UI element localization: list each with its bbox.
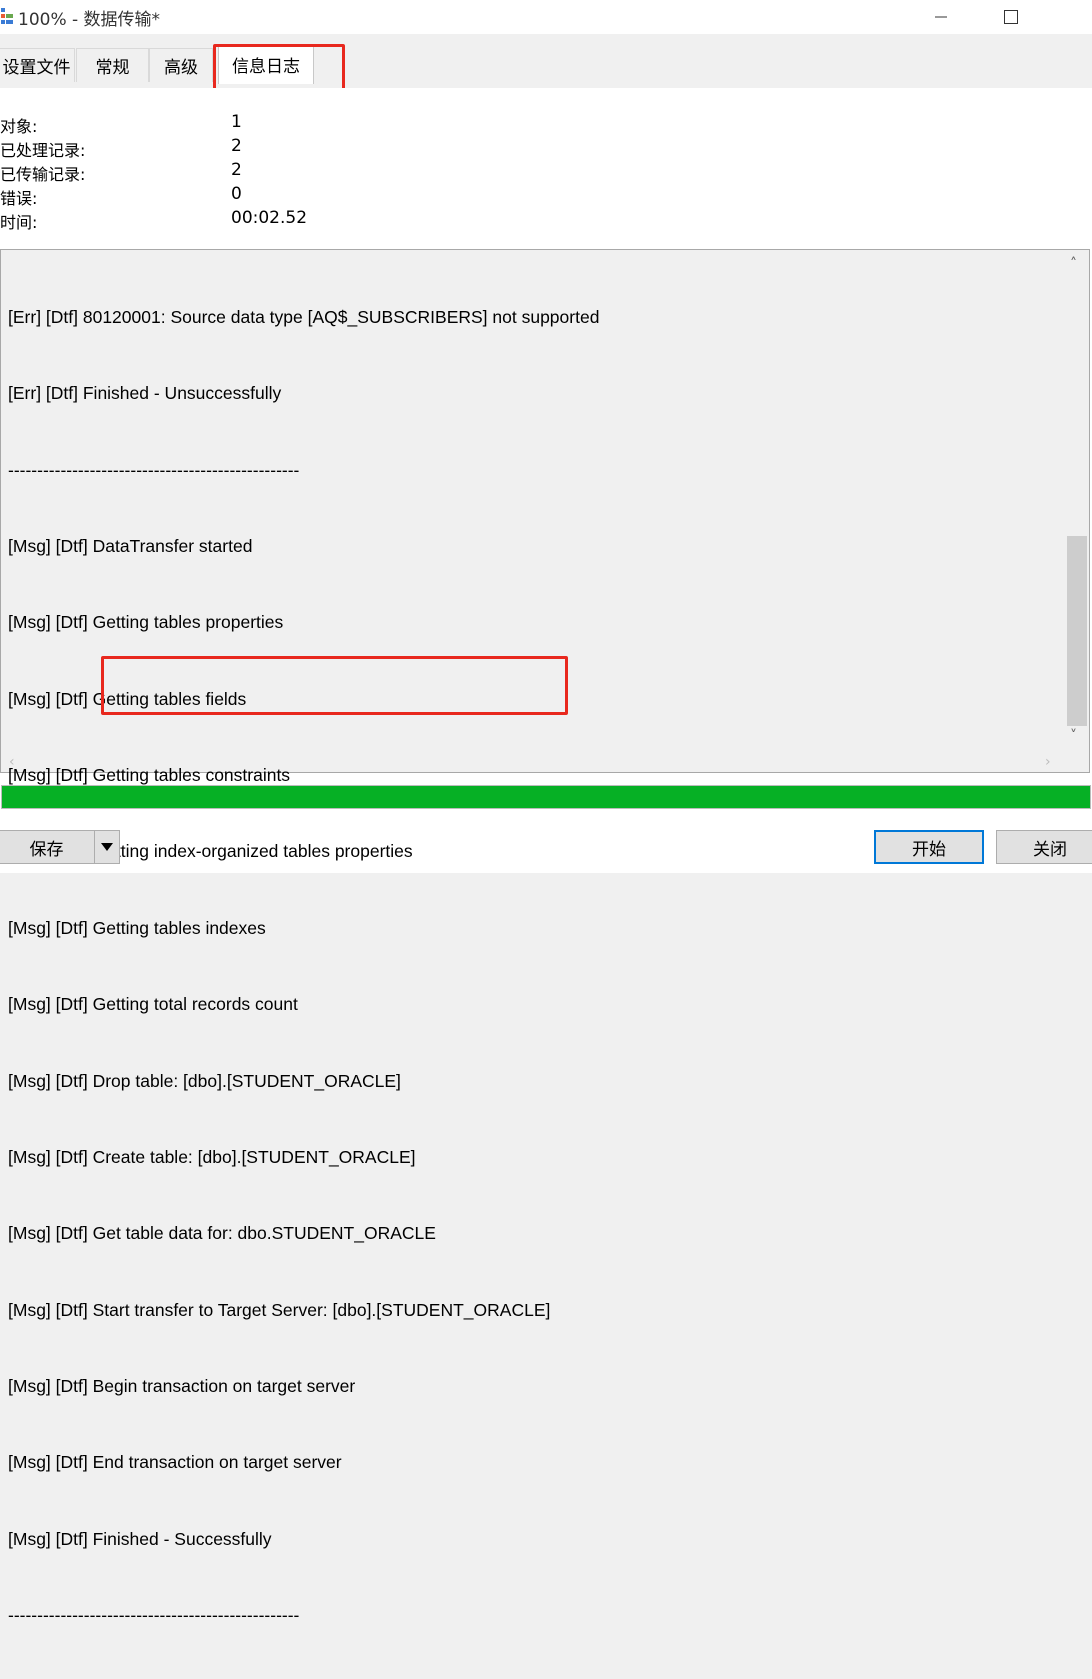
log-line: ----------------------------------------… <box>8 1605 300 1626</box>
window-title: 100% - 数据传输* <box>18 10 161 30</box>
stat-processed-value: 2 <box>231 136 242 156</box>
log-line: [Msg] [Dtf] Begin transaction on target … <box>8 1375 356 1396</box>
tab-profile[interactable]: 设置文件 <box>0 48 75 82</box>
app-icon <box>1 8 13 24</box>
tab-label: 设置文件 <box>2 58 71 78</box>
save-button-label: 保存 <box>29 839 64 860</box>
scroll-right-icon[interactable]: › <box>1045 754 1051 770</box>
log-line: [Msg] [Dtf] Get table data for: dbo.STUD… <box>8 1223 436 1244</box>
dropdown-arrow-icon <box>101 843 113 851</box>
tab-general[interactable]: 常规 <box>76 48 149 82</box>
stat-time-label: 时间: <box>0 213 38 232</box>
vertical-scrollbar[interactable]: ˄ ˅ <box>1065 250 1089 753</box>
tab-advanced[interactable]: 高级 <box>149 48 213 82</box>
tab-label: 高级 <box>164 58 198 78</box>
log-lines: [Err] [Dtf] 80120001: Source data type [… <box>8 254 599 1679</box>
progress-fill <box>2 786 1090 808</box>
log-line: [Err] [Dtf] Finished - Unsuccessfully <box>8 383 282 404</box>
log-line: [Msg] [Dtf] Start transfer to Target Ser… <box>8 1299 551 1320</box>
save-button[interactable]: 保存 <box>0 830 95 864</box>
close-button-label: 关闭 <box>1033 839 1067 860</box>
tab-label: 常规 <box>95 58 130 78</box>
log-line: [Msg] [Dtf] Finished - Successfully <box>8 1528 272 1549</box>
minimize-icon <box>935 16 947 18</box>
log-line: [Err] [Dtf] 80120001: Source data type [… <box>8 306 600 327</box>
log-line: ----------------------------------------… <box>8 459 300 480</box>
scrollbar-thumb[interactable] <box>1067 536 1087 726</box>
tab-strip: 设置文件 常规 高级 信息日志 <box>0 34 1092 89</box>
log-line: [Msg] [Dtf] Create table: [dbo].[STUDENT… <box>8 1146 416 1167</box>
log-line: [Msg] [Dtf] End transaction on target se… <box>8 1452 342 1473</box>
stat-transferred-label: 已传输记录: <box>0 165 86 184</box>
title-bar: 100% - 数据传输* <box>0 0 1092 34</box>
success-highlight-annotation <box>101 656 568 715</box>
stat-objects-label: 对象: <box>0 117 38 136</box>
stat-transferred-value: 2 <box>231 160 242 180</box>
stat-processed-label: 已处理记录: <box>0 141 86 160</box>
scroll-up-icon[interactable]: ˄ <box>1070 256 1077 272</box>
log-line: [Msg] [Dtf] DataTransfer started <box>8 535 253 556</box>
maximize-icon <box>1004 10 1018 24</box>
progress-bar <box>1 785 1091 809</box>
minimize-button[interactable] <box>918 0 964 34</box>
scroll-left-icon[interactable]: ‹ <box>9 754 15 770</box>
save-dropdown-button[interactable] <box>94 830 120 864</box>
scroll-down-icon[interactable]: ˅ <box>1070 728 1077 744</box>
stat-errors-value: 0 <box>231 184 242 204</box>
stat-errors-label: 错误: <box>0 189 38 208</box>
stat-time-value: 00:02.52 <box>231 208 308 228</box>
log-panel: 对象: 1 已处理记录: 2 已传输记录: 2 错误: 0 时间: 00:02.… <box>0 88 1092 1625</box>
horizontal-scrollbar[interactable]: ‹ › <box>1 753 1089 773</box>
log-line: [Msg] [Dtf] Getting tables indexes <box>8 917 266 938</box>
maximize-button[interactable] <box>988 0 1034 34</box>
start-button-label: 开始 <box>912 839 946 860</box>
start-button[interactable]: 开始 <box>874 830 984 864</box>
log-line: [Msg] [Dtf] Getting tables properties <box>8 612 284 633</box>
stat-objects-value: 1 <box>231 112 242 132</box>
close-button[interactable]: 关闭 <box>996 830 1092 864</box>
log-line: [Msg] [Dtf] Getting total records count <box>8 994 298 1015</box>
log-line: [Msg] [Dtf] Drop table: [dbo].[STUDENT_O… <box>8 1070 401 1091</box>
